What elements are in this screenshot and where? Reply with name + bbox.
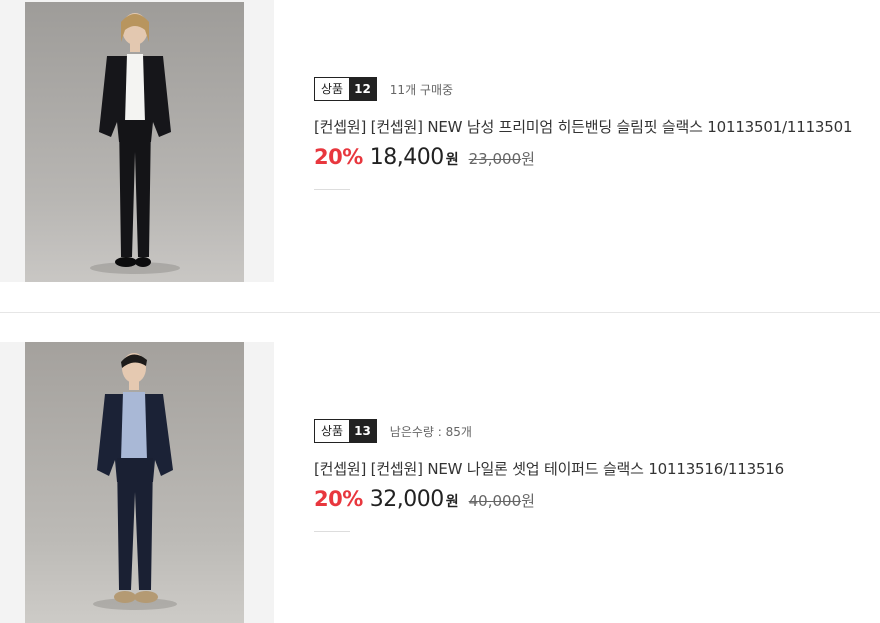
badge-label: 상품 <box>315 78 350 100</box>
product-info: 상품 13 남은수량 : 85개 [컨셉원] [컨셉원] NEW 나일론 셋업 … <box>314 418 784 532</box>
price-row: 20% 18,400 원 23,000 원 <box>314 145 852 170</box>
price-unit: 원 <box>445 152 459 168</box>
original-price-unit: 원 <box>521 150 535 168</box>
price-unit: 원 <box>445 494 459 510</box>
original-price: 23,000 <box>468 150 522 168</box>
original-price: 40,000 <box>468 492 522 510</box>
badge-row: 상품 13 남은수량 : 85개 <box>314 418 784 444</box>
remaining-stock: 남은수량 : 85개 <box>389 424 472 439</box>
product-badge: 상품 12 <box>314 77 377 101</box>
badge-row: 상품 12 11개 구매중 <box>314 76 852 102</box>
discount-rate: 20% <box>314 145 363 169</box>
product-thumbnail[interactable] <box>0 342 274 623</box>
product-item[interactable]: 상품 13 남은수량 : 85개 [컨셉원] [컨셉원] NEW 나일론 셋업 … <box>0 313 880 623</box>
divider <box>314 189 350 190</box>
product-title[interactable]: [컨셉원] [컨셉원] NEW 나일론 셋업 테이퍼드 슬랙스 10113516… <box>314 458 784 479</box>
badge-label: 상품 <box>315 420 350 442</box>
product-info: 상품 12 11개 구매중 [컨셉원] [컨셉원] NEW 남성 프리미엄 히든… <box>314 76 852 190</box>
product-item[interactable]: 상품 12 11개 구매중 [컨셉원] [컨셉원] NEW 남성 프리미엄 히든… <box>0 0 880 313</box>
product-photo[interactable] <box>25 342 244 623</box>
product-badge: 상품 13 <box>314 419 377 443</box>
product-title[interactable]: [컨셉원] [컨셉원] NEW 남성 프리미엄 히든밴딩 슬림핏 슬랙스 101… <box>314 116 852 137</box>
price-row: 20% 32,000 원 40,000 원 <box>314 487 784 512</box>
purchase-count: 11개 구매중 <box>389 82 454 97</box>
discount-rate: 20% <box>314 487 363 511</box>
badge-number: 12 <box>349 78 376 100</box>
product-list: 상품 12 11개 구매중 [컨셉원] [컨셉원] NEW 남성 프리미엄 히든… <box>0 0 880 623</box>
product-thumbnail[interactable] <box>0 0 274 282</box>
sale-price: 18,400 <box>369 145 444 170</box>
product-photo[interactable] <box>25 2 244 282</box>
badge-number: 13 <box>349 420 376 442</box>
original-price-unit: 원 <box>521 492 535 510</box>
divider <box>314 531 350 532</box>
sale-price: 32,000 <box>369 487 444 512</box>
